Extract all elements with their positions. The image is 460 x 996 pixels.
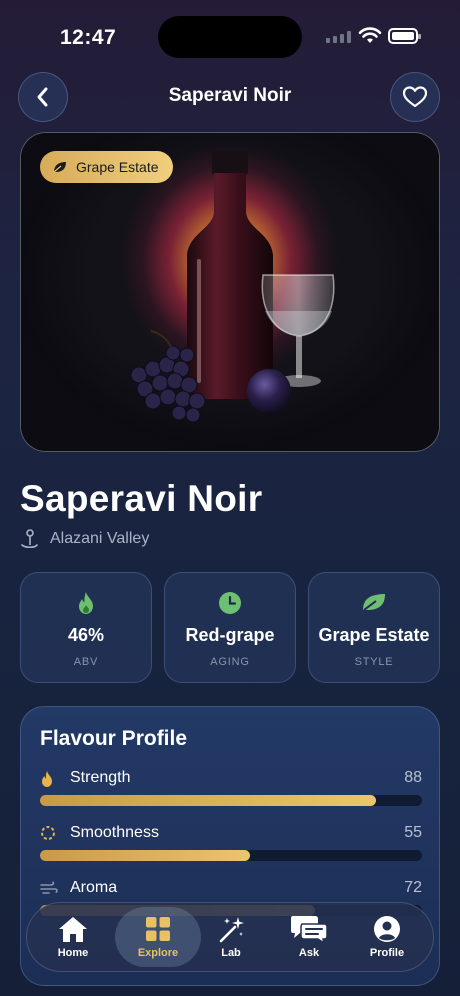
circle-dashed-icon [41, 826, 55, 840]
flavour-label: Smoothness [70, 824, 159, 841]
tab-profile[interactable]: Profile [347, 903, 427, 973]
tab-lab[interactable]: Lab [191, 903, 271, 973]
flavour-bar-fill [40, 850, 251, 861]
stat-card-style: Grape Estate STYLE [308, 572, 440, 683]
flavour-bar-track [40, 795, 422, 806]
style-badge-label: Grape Estate [76, 159, 159, 175]
stat-label: AGING [210, 656, 250, 668]
user-icon [374, 916, 400, 942]
stat-value: Red-grape [185, 625, 275, 645]
flame-icon [79, 592, 93, 614]
flavour-bar-fill [40, 795, 377, 806]
flavour-label: Strength [70, 769, 131, 786]
heart-icon [402, 86, 428, 108]
stat-value: Grape Estate [318, 625, 430, 645]
chat-bubbles-icon [291, 916, 328, 944]
stat-label: ABV [73, 656, 99, 668]
style-badge: Grape Estate [40, 151, 173, 183]
flavour-value: 55 [404, 824, 422, 841]
tab-label: Explore [137, 947, 179, 959]
tab-home[interactable]: Home [33, 903, 113, 973]
stat-card-abv: 46% ABV [20, 572, 152, 683]
sparkles-icon [219, 917, 244, 943]
cellular-signal-icon [326, 31, 351, 43]
status-bar: 12:47 [0, 0, 460, 70]
flavour-value: 88 [404, 769, 422, 786]
stat-card-aging: Red-grape AGING [164, 572, 296, 683]
flame-icon [42, 771, 52, 787]
home-icon [59, 917, 87, 942]
location-label: Alazani Valley [50, 530, 150, 547]
tab-label: Home [57, 947, 89, 959]
product-location: Alazani Valley [20, 529, 149, 549]
favorite-button[interactable] [390, 72, 440, 122]
dynamic-island [158, 16, 302, 58]
tab-label: Profile [369, 947, 405, 959]
leaf-icon [53, 162, 66, 173]
battery-icon [388, 28, 421, 44]
flavour-bar-track [40, 850, 422, 861]
flavour-label: Aroma [70, 879, 118, 896]
location-pin-icon [21, 529, 38, 549]
hero-image-card: Grape Estate [20, 132, 440, 452]
product-name: Saperavi Noir [20, 478, 263, 519]
wifi-icon [358, 27, 382, 43]
stat-label: STYLE [354, 656, 394, 668]
grid-icon [146, 917, 170, 941]
clock-icon [219, 592, 241, 614]
stat-value: 46% [67, 625, 105, 645]
flavour-profile-title: Flavour Profile [40, 727, 188, 750]
tab-ask[interactable]: Ask [269, 903, 349, 973]
wind-icon [40, 881, 58, 894]
status-time: 12:47 [60, 26, 117, 49]
tab-label: Lab [221, 947, 241, 959]
flavour-value: 72 [404, 879, 422, 896]
tab-bar: Home Explore Lab Ask Profile [26, 902, 434, 972]
leaf-icon [363, 594, 385, 611]
tab-explore[interactable]: Explore [113, 903, 201, 973]
tab-label: Ask [298, 947, 320, 959]
